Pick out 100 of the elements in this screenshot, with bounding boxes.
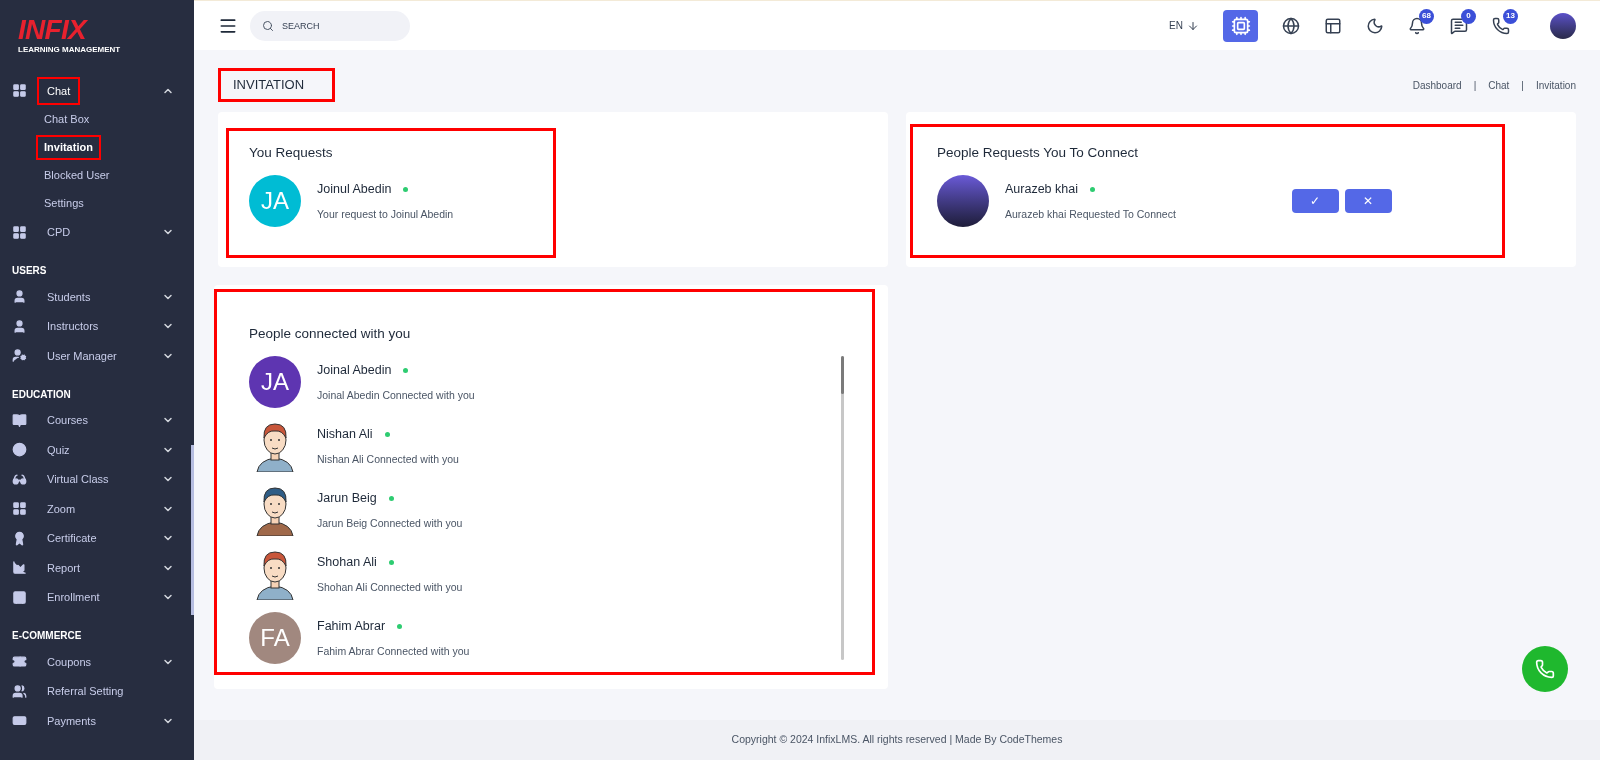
nav-label: Payments [46,713,97,729]
nav-item[interactable]: Students [0,282,194,312]
nav-item[interactable]: Coupons [0,647,194,677]
breadcrumb-link[interactable]: Chat [1488,77,1510,93]
nav-label: Instructors [46,319,100,334]
card-title: People connected with you [249,325,412,343]
breadcrumb-separator: | [1520,78,1525,93]
nav-label: Referral Setting [46,684,125,699]
nav-item[interactable]: User Manager [0,341,194,371]
breadcrumb-link[interactable]: Invitation [1535,77,1576,93]
person-message: Aurazeb khai Requested To Connect [1005,206,1176,222]
person-message: Jarun Beig Connected with you [317,515,463,531]
person-name: Jarun Beig [317,490,377,507]
person-drawing [255,548,295,601]
breadcrumb-link[interactable]: Dashboard [1412,77,1462,93]
nav-item[interactable]: Report [0,553,194,583]
user-icon [12,289,27,305]
users-icon [12,683,27,699]
nav-item[interactable]: Zoom [0,494,194,524]
initials-avatar: JA [249,356,301,409]
nav-item[interactable]: Referral Setting [0,676,194,706]
section-heading: E-COMMERCE [11,629,83,643]
nav-label: Virtual Class [46,472,110,487]
count-badge: 13 [1503,8,1518,24]
person-message: Nishan Ali Connected with you [317,451,459,467]
nav-label: CPD [46,225,72,240]
user-gear-icon [12,348,27,364]
card-title: People Requests You To Connect [937,144,1139,162]
nav-item[interactable]: Enrollment [0,582,194,612]
section-heading: USERS [11,264,48,278]
footer-text: Copyright © 2024 InfixLMS. All rights reserved | Made By CodeThemes [731,732,1063,748]
book-icon [12,412,27,428]
ai-button[interactable] [1223,9,1258,42]
globe-icon[interactable] [1282,16,1300,35]
submenu-item[interactable]: Chat Box [38,109,96,130]
breadcrumb-separator: | [1472,78,1478,93]
user-icon [12,318,27,334]
bell-icon[interactable] [1408,16,1426,35]
person-name: Aurazeb khai [1005,181,1078,198]
nav-label: Report [46,560,82,576]
logo-subtitle: LEARNING MANAGEMENT [18,44,122,56]
nav-label: Enrollment [46,590,101,605]
photo-placeholder [937,175,989,228]
phone-icon [1535,659,1555,679]
initials-avatar: FA [249,612,301,665]
chip-icon [1230,15,1251,36]
ticket-icon [12,654,27,670]
nav-label: User Manager [46,348,118,364]
person-name: Shohan Ali [317,554,377,571]
person-drawing [255,484,295,537]
badge-icon [12,530,27,546]
page-title: INVITATION [218,68,336,102]
whatsapp-button[interactable] [1522,646,1568,692]
grid-icon [12,224,27,240]
person-message: Joinal Abedin Connected with you [317,387,475,403]
language-selector[interactable]: EN [1169,18,1199,33]
card-title: You Requests [249,144,334,162]
person-name: Joinul Abedin [317,181,392,198]
nav-label: Chat [39,78,79,103]
search-field[interactable]: SEARCH [250,10,410,41]
nav-label: Zoom [46,501,77,517]
nav-item[interactable]: Virtual Class [0,464,194,494]
nav-label: Students [46,289,92,305]
nav-item[interactable]: Payments [0,706,194,736]
arrow-down-icon [1187,19,1199,32]
nav-label: Quiz [46,442,71,458]
profile-avatar[interactable] [1550,12,1576,39]
nav-item[interactable]: Instructors [0,311,194,341]
logo-title: INFIX [18,16,89,44]
submenu-item[interactable]: Settings [38,193,90,214]
person-message: Fahim Abrar Connected with you [317,643,470,659]
submenu-item[interactable]: Blocked User [38,165,116,186]
phone-icon[interactable] [1492,16,1510,35]
person-drawing [255,420,295,473]
scrollbar-thumb[interactable] [191,445,194,615]
nav-label: Certificate [46,531,98,546]
nav-label: Coupons [46,654,93,670]
moon-icon[interactable] [1366,16,1384,35]
decline-button[interactable]: ✕ [1344,189,1392,214]
section-heading: EDUCATION [11,387,72,402]
nav-item[interactable]: Quiz [0,435,194,465]
scrollbar-track[interactable] [841,356,844,660]
submenu-item[interactable]: Invitation [38,137,99,158]
nav-item[interactable]: Certificate [0,523,194,553]
nav-item[interactable]: Chat [0,76,194,106]
search-icon [262,19,274,32]
person-message: Shohan Ali Connected with you [317,579,463,595]
count-badge: 68 [1419,8,1434,24]
person-name: Joinal Abedin [317,362,392,379]
person-name: Nishan Ali [317,426,373,443]
layout-icon[interactable] [1324,16,1342,35]
nav-item[interactable]: CPD [0,217,194,247]
message-icon[interactable] [1450,16,1468,35]
nav-label: Courses [46,413,89,428]
accept-button[interactable]: ✓ [1291,189,1339,214]
person-message: Your request to Joinul Abedin [317,206,454,222]
nav-item[interactable]: Courses [0,405,194,435]
count-badge: 0 [1461,8,1476,24]
initials-avatar: JA [249,175,301,228]
grid-icon [12,83,27,99]
